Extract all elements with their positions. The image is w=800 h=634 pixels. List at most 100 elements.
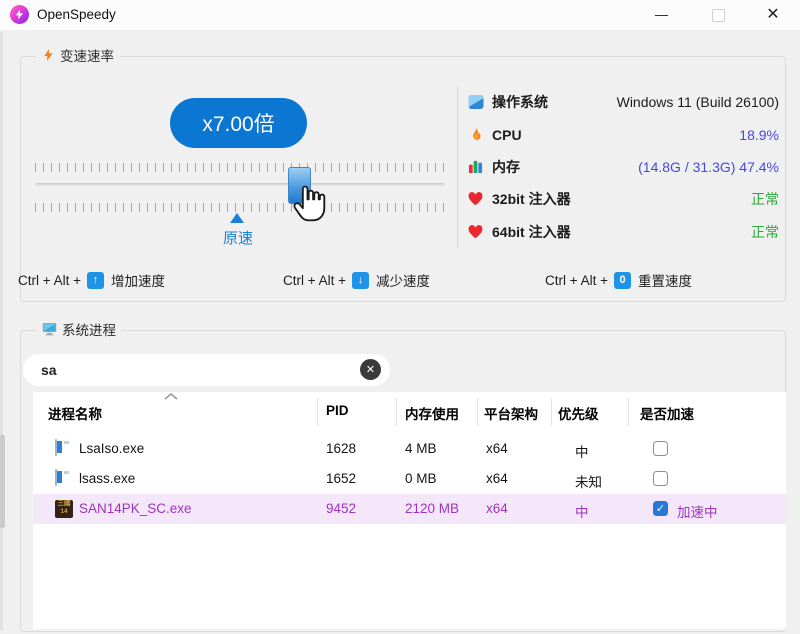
- injector64-status: 正常: [751, 223, 779, 240]
- process-pid: 9452: [326, 501, 357, 516]
- table-row[interactable]: LsaIso.exe 1628 4 MB x64 中: [33, 434, 786, 464]
- process-pid: 1652: [326, 471, 357, 486]
- game-icon-text: 三國: [57, 500, 71, 507]
- process-table: 进程名称 PID 内存使用 平台架构 优先级 是否加速 LsaIso.exe 1…: [33, 392, 786, 629]
- header-priority[interactable]: 优先级: [558, 403, 599, 423]
- arrow-down-key-icon: ↓: [352, 271, 370, 289]
- game-app-icon: 三國 14: [55, 500, 73, 518]
- window-left-edge: [0, 32, 3, 630]
- process-search-input[interactable]: sa ✕: [23, 354, 390, 386]
- process-arch: x64: [486, 501, 508, 516]
- lightning-icon: [44, 49, 53, 61]
- heart-icon: [467, 191, 484, 208]
- speed-slider-track[interactable]: [35, 183, 445, 187]
- process-memory: 4 MB: [405, 441, 437, 456]
- app-logo-icon: [10, 5, 29, 24]
- speed-rate-legend-label: 变速速率: [60, 49, 114, 64]
- process-legend: 系统进程: [36, 320, 122, 338]
- speed-rate-legend: 变速速率: [36, 46, 120, 64]
- table-header: 进程名称 PID 内存使用 平台架构 优先级 是否加速: [33, 392, 786, 432]
- info-row-injector32: 32bit 注入器 正常: [467, 183, 779, 215]
- process-arch: x64: [486, 441, 508, 456]
- search-value: sa: [41, 362, 57, 378]
- memory-bars-icon: [467, 158, 484, 175]
- header-accelerate[interactable]: 是否加速: [640, 403, 694, 423]
- header-divider: [551, 398, 552, 426]
- origin-speed-label[interactable]: 原速: [217, 227, 259, 248]
- close-button[interactable]: ✕: [756, 0, 790, 30]
- process-name: LsaIso.exe: [79, 441, 145, 456]
- shortcut-label: 重置速度: [638, 274, 693, 289]
- header-process-name[interactable]: 进程名称: [48, 403, 102, 423]
- header-pid[interactable]: PID: [326, 403, 349, 418]
- header-memory[interactable]: 内存使用: [405, 403, 459, 423]
- os-value: Windows 11 (Build 26100): [616, 94, 779, 111]
- process-pid: 1628: [326, 441, 357, 456]
- exe-file-icon: [55, 439, 57, 456]
- info-row-cpu: CPU 18.9%: [467, 118, 779, 150]
- background-scrollbar-sliver: [0, 435, 5, 528]
- info-row-os: 操作系统 Windows 11 (Build 26100): [467, 86, 779, 118]
- hand-cursor-icon: [292, 183, 330, 225]
- accelerate-checkbox-checked[interactable]: ✓: [653, 501, 668, 516]
- accelerating-label: 加速中: [677, 505, 718, 520]
- system-info-panel: 操作系统 Windows 11 (Build 26100) CPU 18.9% …: [457, 86, 779, 248]
- accelerate-checkbox[interactable]: [653, 441, 668, 456]
- arrow-up-key-icon: ↑: [87, 271, 105, 289]
- info-row-injector64: 64bit 注入器 正常: [467, 216, 779, 248]
- cpu-value: 18.9%: [739, 126, 779, 143]
- header-arch[interactable]: 平台架构: [484, 403, 538, 423]
- header-divider: [396, 398, 397, 426]
- windows-os-icon: [467, 94, 484, 111]
- slider-ticks-bottom: [35, 203, 445, 212]
- injector32-status: 正常: [751, 191, 779, 208]
- minimize-icon: [654, 14, 668, 16]
- header-divider: [317, 398, 318, 426]
- process-priority: 中: [575, 505, 589, 520]
- accelerate-checkbox[interactable]: [653, 471, 668, 486]
- slider-ticks-top: [35, 163, 445, 172]
- process-memory: 0 MB: [405, 471, 437, 486]
- injector64-label: 64bit 注入器: [492, 223, 571, 240]
- clear-search-button[interactable]: ✕: [360, 359, 381, 380]
- title-bar: OpenSpeedy ✕: [0, 0, 800, 30]
- shortcut-label: 增加速度: [111, 274, 166, 289]
- cpu-flame-icon: [467, 126, 484, 143]
- injector32-label: 32bit 注入器: [492, 191, 571, 208]
- origin-speed-marker-icon: [230, 213, 244, 223]
- memory-value: (14.8G / 31.3G) 47.4%: [638, 158, 779, 175]
- info-row-memory: 内存 (14.8G / 31.3G) 47.4%: [467, 151, 779, 183]
- shortcut-decrease-speed: Ctrl + Alt + ↓ 减少速度: [283, 269, 430, 291]
- process-name: SAN14PK_SC.exe: [79, 501, 192, 516]
- maximize-icon: [711, 8, 725, 22]
- zero-key-icon: 0: [614, 271, 632, 289]
- speed-multiplier-badge: x7.00倍: [170, 98, 307, 148]
- maximize-button[interactable]: [701, 0, 735, 30]
- header-divider: [477, 398, 478, 426]
- exe-file-icon: [55, 469, 57, 486]
- minimize-button[interactable]: [644, 0, 678, 30]
- close-icon: ✕: [766, 6, 780, 23]
- os-label: 操作系统: [492, 94, 548, 111]
- monitor-icon: [42, 323, 57, 336]
- process-name: lsass.exe: [79, 471, 136, 486]
- clear-icon: ✕: [365, 364, 376, 376]
- window-title: OpenSpeedy: [37, 7, 116, 22]
- shortcut-prefix: Ctrl + Alt +: [18, 272, 82, 288]
- process-priority: 未知: [575, 475, 602, 490]
- cpu-label: CPU: [492, 126, 522, 143]
- heart-icon: [467, 223, 484, 240]
- shortcut-label: 减少速度: [376, 274, 431, 289]
- table-row-highlighted[interactable]: 三國 14 SAN14PK_SC.exe 9452 2120 MB x64 中 …: [33, 494, 786, 524]
- shortcut-prefix: Ctrl + Alt +: [545, 272, 609, 288]
- check-icon: ✓: [655, 503, 666, 515]
- header-divider: [628, 398, 629, 426]
- shortcut-reset-speed: Ctrl + Alt + 0 重置速度: [545, 269, 692, 291]
- process-memory: 2120 MB: [405, 501, 460, 516]
- game-icon-text: 14: [60, 508, 68, 515]
- table-row[interactable]: lsass.exe 1652 0 MB x64 未知: [33, 464, 786, 494]
- memory-label: 内存: [492, 158, 520, 175]
- process-legend-label: 系统进程: [62, 323, 116, 338]
- shortcut-increase-speed: Ctrl + Alt + ↑ 增加速度: [18, 269, 165, 291]
- process-arch: x64: [486, 471, 508, 486]
